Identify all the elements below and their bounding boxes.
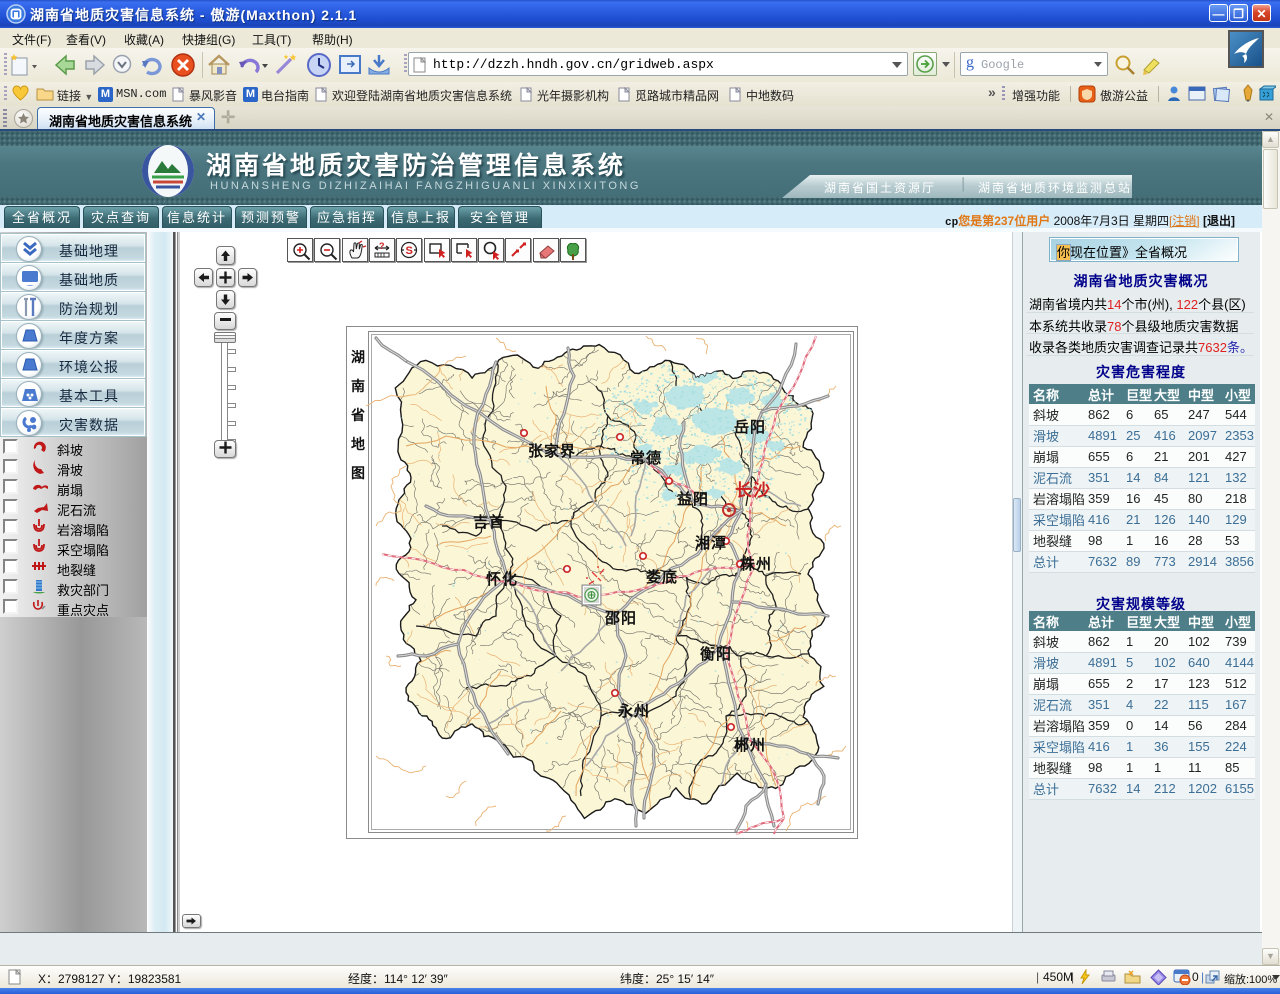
svg-text:张家界: 张家界 bbox=[528, 442, 576, 460]
svg-text:株州: 株州 bbox=[740, 555, 772, 573]
svg-text:省: 省 bbox=[350, 407, 365, 423]
svg-text:郴州: 郴州 bbox=[734, 736, 766, 754]
svg-text:地: 地 bbox=[351, 436, 365, 452]
svg-text:图: 图 bbox=[351, 465, 365, 481]
svg-text:娄底: 娄底 bbox=[646, 568, 678, 586]
svg-text:岳阳: 岳阳 bbox=[734, 418, 766, 436]
svg-text:湖: 湖 bbox=[351, 349, 365, 365]
svg-text:?: ? bbox=[379, 241, 385, 251]
svg-text:吉首: 吉首 bbox=[473, 513, 505, 531]
svg-text:湘潭: 湘潭 bbox=[695, 534, 727, 552]
svg-text:邵阳: 邵阳 bbox=[604, 610, 637, 627]
svg-text:益阳: 益阳 bbox=[677, 490, 709, 508]
svg-text:常德: 常德 bbox=[630, 449, 662, 467]
svg-text:长沙: 长沙 bbox=[735, 480, 771, 500]
svg-text:怀化: 怀化 bbox=[486, 570, 518, 588]
svg-text:衡阳: 衡阳 bbox=[700, 645, 732, 663]
svg-text:南: 南 bbox=[351, 378, 365, 394]
svg-text:永州: 永州 bbox=[617, 702, 650, 720]
svg-text:S: S bbox=[406, 245, 413, 257]
